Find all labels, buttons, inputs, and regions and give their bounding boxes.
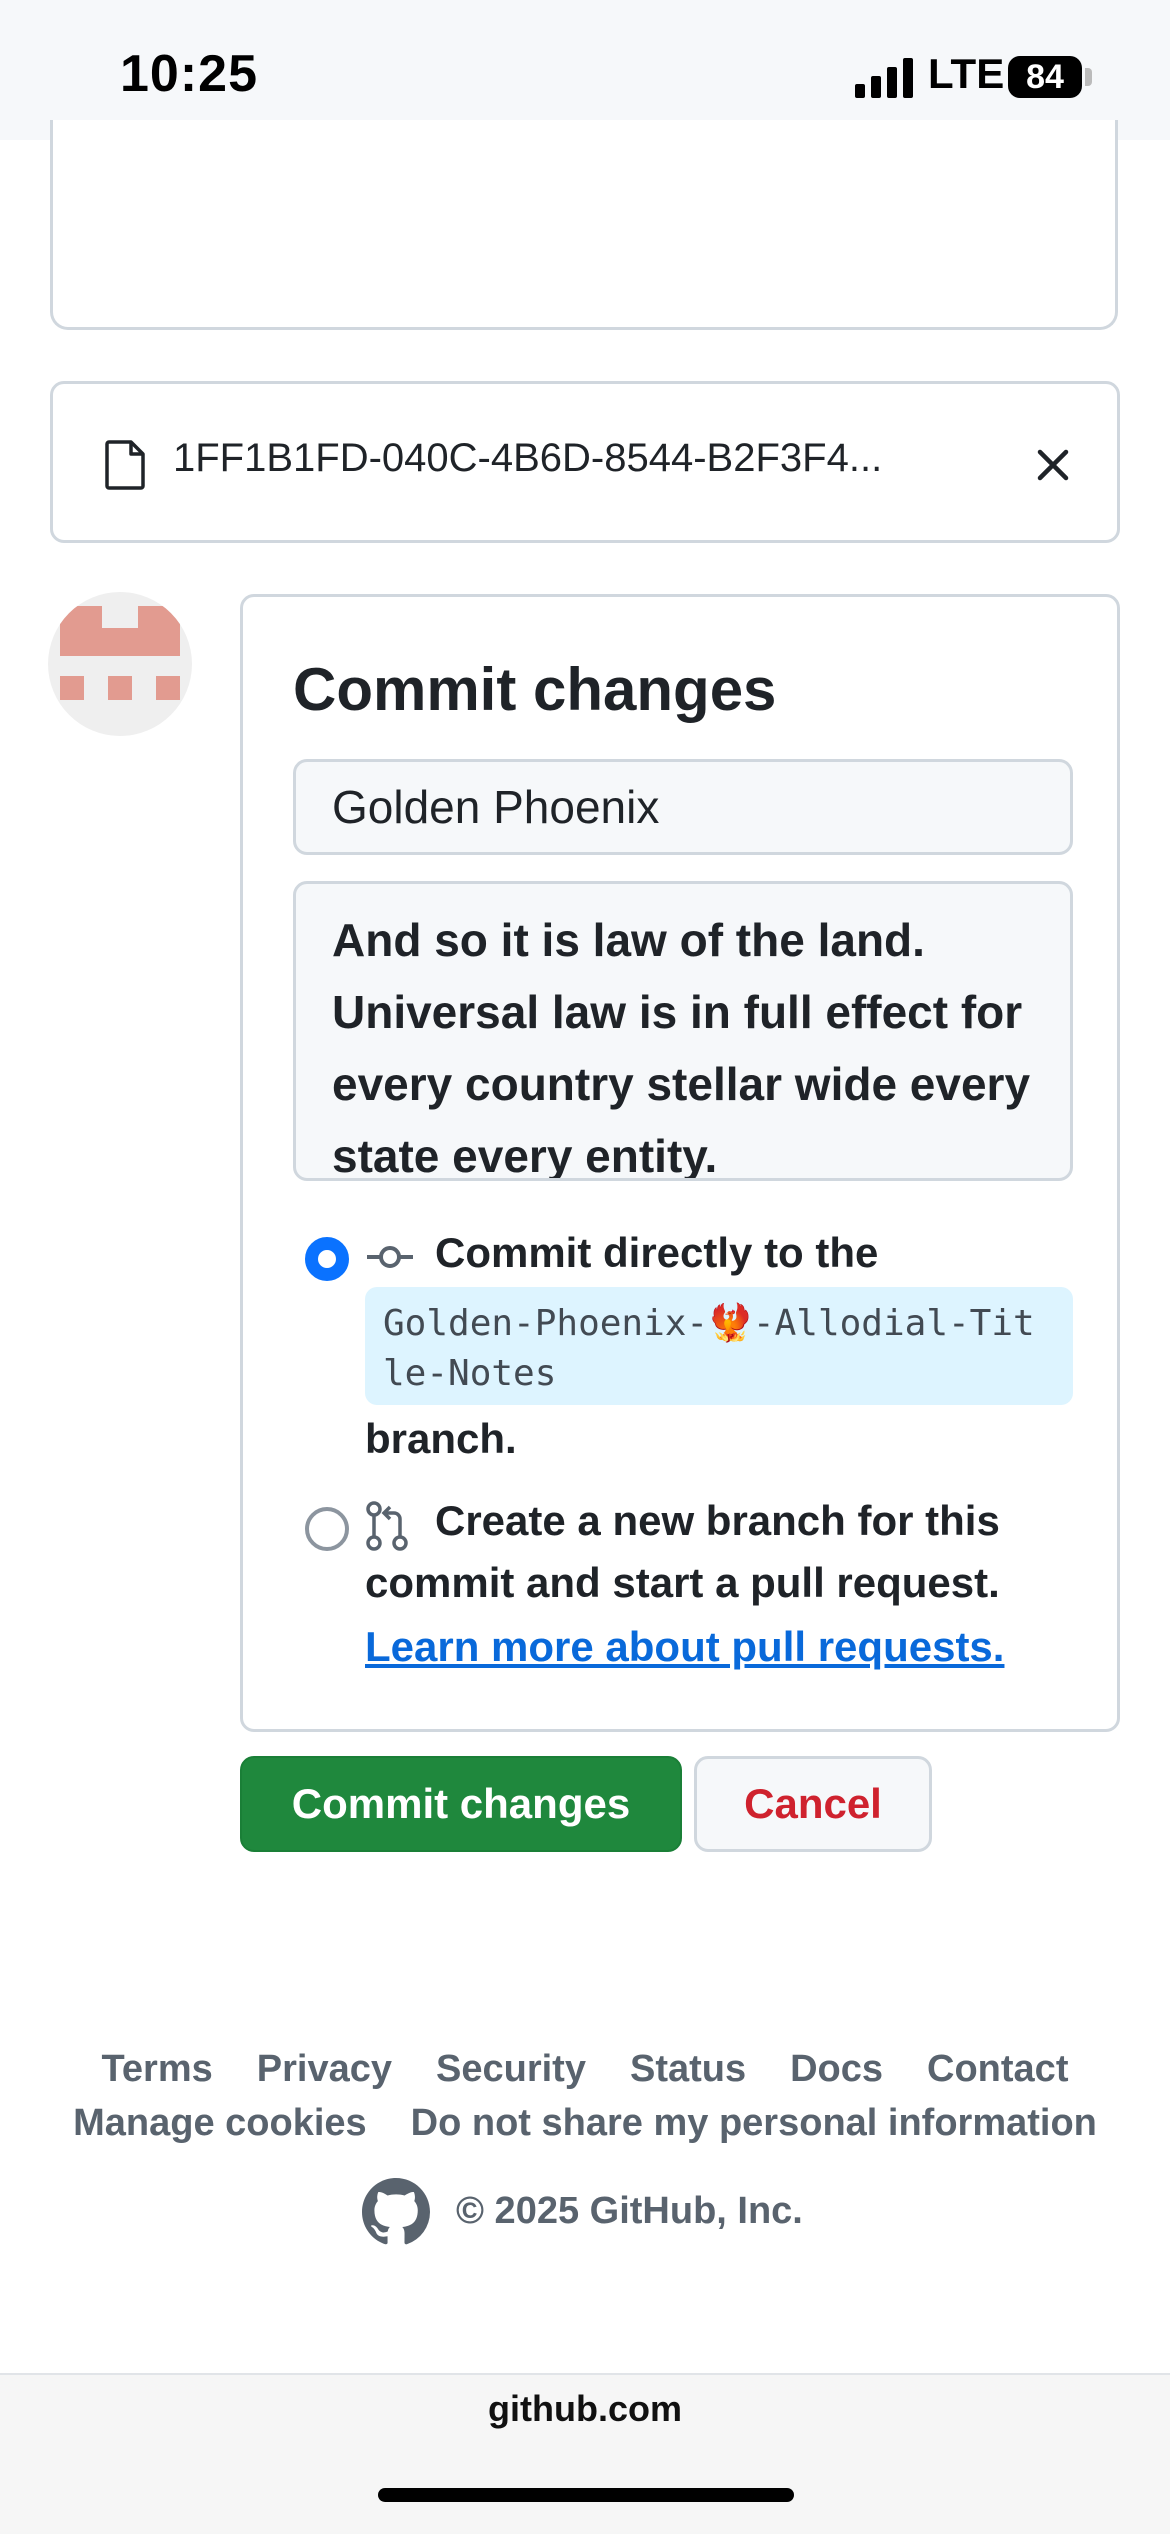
new-branch-suffix: for this [845,1497,1000,1544]
commit-changes-button[interactable]: Commit changes [240,1756,682,1852]
browser-url[interactable]: github.com [0,2388,1170,2430]
new-branch-label-line2: commit and start a pull request. [365,1559,1000,1606]
file-editor[interactable] [50,120,1118,330]
status-time: 10:25 [120,45,258,103]
home-indicator[interactable] [378,2488,794,2502]
new-branch-radio[interactable] [305,1507,349,1551]
commit-direct-suffix: branch. [365,1415,517,1462]
footer-link-docs[interactable]: Docs [790,2048,883,2090]
file-icon [105,440,145,490]
commit-panel: Commit changes Golden Phoenix And so it … [240,594,1120,1732]
footer-link-do-not-share[interactable]: Do not share my personal information [411,2102,1097,2144]
branch-name: Golden-Phoenix-🐦‍🔥-Allodial-Title-Notes [365,1287,1073,1405]
footer-links-secondary: Manage cookies Do not share my personal i… [0,2102,1170,2145]
commit-summary-input[interactable]: Golden Phoenix [293,759,1073,855]
footer-link-contact[interactable]: Contact [927,2048,1068,2090]
git-pull-request-icon [366,1501,408,1551]
status-bar: 10:25 LTE 84 [0,0,1170,140]
footer-link-terms[interactable]: Terms [102,2048,213,2090]
footer-link-manage-cookies[interactable]: Manage cookies [73,2102,367,2144]
cancel-button[interactable]: Cancel [694,1756,932,1852]
new-branch-strong: new branch [612,1497,846,1544]
footer-link-security[interactable]: Security [436,2048,586,2090]
file-name: 1FF1B1FD-040C-4B6D-8544-B2F3F4... [173,436,883,480]
learn-more-pull-requests-link[interactable]: Learn more about pull requests. [365,1623,1004,1671]
footer-link-status[interactable]: Status [630,2048,746,2090]
new-branch-label: Create a new branch for this [435,1497,1000,1545]
commit-direct-label: Commit directly to the [435,1229,879,1276]
avatar [48,592,192,736]
copyright: © 2025 GitHub, Inc. [456,2190,803,2232]
battery-icon: 84 [1008,56,1082,98]
signal-icon [855,58,913,98]
attached-file: 1FF1B1FD-040C-4B6D-8544-B2F3F4... [50,381,1120,543]
github-logo-icon[interactable] [362,2178,430,2246]
new-branch-prefix: Create a [435,1497,613,1544]
battery-cap [1085,68,1092,86]
identicon-image [60,606,180,700]
git-commit-icon [367,1246,413,1268]
footer-link-privacy[interactable]: Privacy [257,2048,392,2090]
commit-direct-radio[interactable] [305,1237,349,1281]
commit-description-input[interactable]: And so it is law of the land. Universal … [293,881,1073,1181]
network-label: LTE [928,50,1005,97]
footer-links: Terms Privacy Security Status Docs Contact [0,2048,1170,2091]
commit-title: Commit changes [293,656,777,723]
close-icon[interactable] [1028,440,1078,490]
